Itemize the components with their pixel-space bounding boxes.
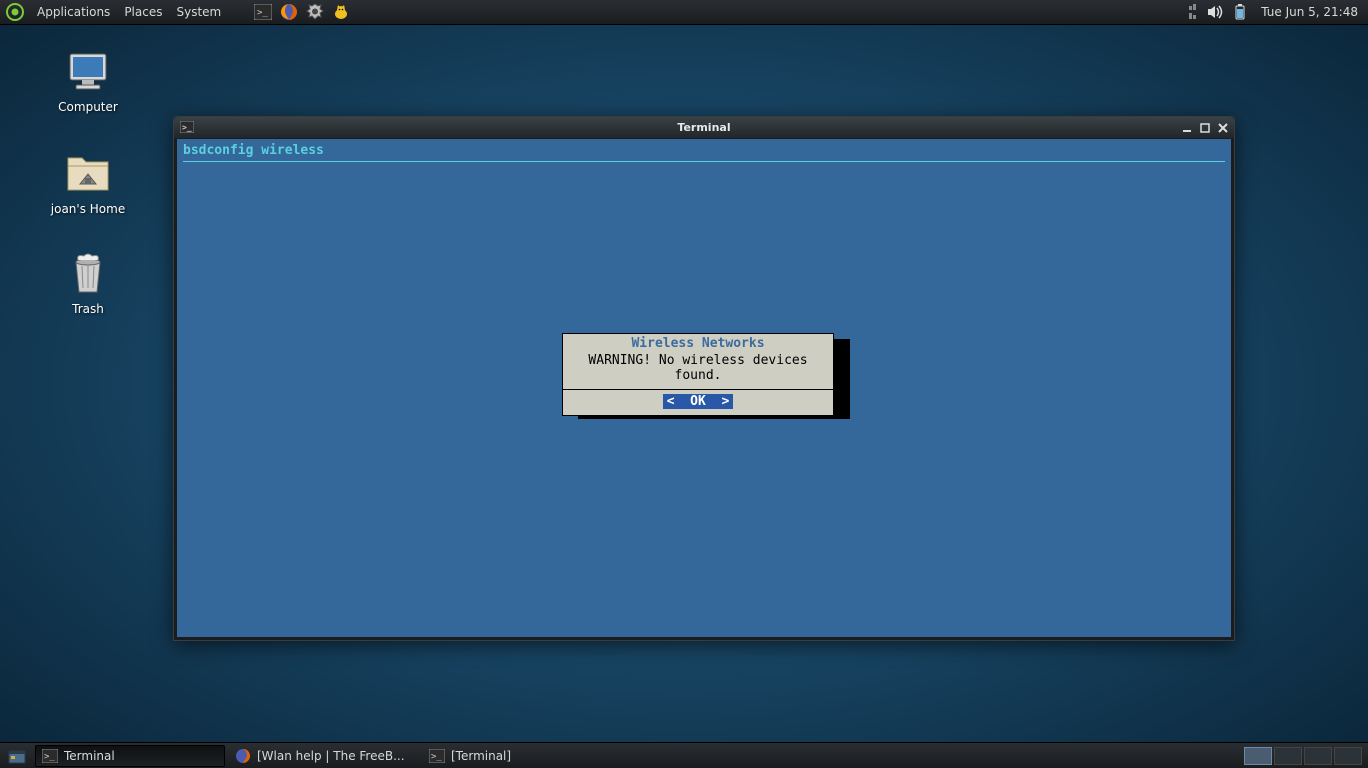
places-menu[interactable]: Places	[117, 5, 169, 19]
svg-text:>_: >_	[44, 752, 55, 762]
workspace-2[interactable]	[1274, 747, 1302, 765]
maximize-button[interactable]	[1198, 121, 1212, 135]
launcher-firefox-icon[interactable]	[280, 3, 298, 21]
dialog-title: Wireless Networks	[563, 334, 833, 351]
notification-icon[interactable]	[1189, 4, 1199, 20]
workspace-1[interactable]	[1244, 747, 1272, 765]
launcher-terminal-icon[interactable]: >_	[254, 4, 272, 20]
window-titlebar[interactable]: >_ Terminal	[174, 117, 1234, 138]
terminal-body[interactable]: bsdconfig wireless Wireless Networks WAR…	[177, 139, 1231, 637]
desktop-icon-label: Computer	[33, 100, 143, 114]
launcher-settings-icon[interactable]	[306, 3, 324, 21]
terminal-icon: >_	[180, 121, 194, 135]
taskbar-item-firefox[interactable]: [Wlan help | The FreeB...	[229, 745, 419, 767]
close-button[interactable]	[1216, 121, 1230, 135]
svg-text:>_: >_	[182, 123, 192, 132]
desktop-icon-label: joan's Home	[33, 202, 143, 216]
taskbar-item-label: [Terminal]	[451, 749, 511, 763]
system-menu[interactable]: System	[169, 5, 228, 19]
taskbar-item-label: [Wlan help | The FreeB...	[257, 749, 405, 763]
terminal-icon: >_	[429, 748, 445, 764]
taskbar-item-label: Terminal	[64, 749, 115, 763]
desktop-icon-label: Trash	[33, 302, 143, 316]
wireless-dialog: Wireless Networks WARNING! No wireless d…	[562, 333, 834, 416]
firefox-icon	[235, 748, 251, 764]
workspace-4[interactable]	[1334, 747, 1362, 765]
terminal-prompt-line: bsdconfig wireless	[183, 143, 1225, 158]
launcher-cat-icon[interactable]	[332, 3, 350, 21]
svg-text:>_: >_	[257, 8, 268, 18]
show-desktop-button[interactable]	[3, 745, 31, 767]
applications-menu[interactable]: Applications	[30, 5, 117, 19]
folder-home-icon	[64, 150, 112, 198]
workspace-3[interactable]	[1304, 747, 1332, 765]
clock[interactable]: Tue Jun 5, 21:48	[1255, 5, 1364, 19]
bottom-panel: >_ Terminal [Wlan help | The FreeB... >_…	[0, 742, 1368, 768]
workspace-pager	[1244, 747, 1362, 765]
ok-button[interactable]: < OK >	[663, 394, 734, 409]
mate-logo-icon[interactable]	[6, 3, 24, 21]
desktop-icon-computer[interactable]: Computer	[33, 48, 143, 114]
svg-text:>_: >_	[431, 752, 442, 762]
taskbar-item-terminal-2[interactable]: >_ [Terminal]	[423, 745, 613, 767]
window-title: Terminal	[677, 121, 730, 134]
terminal-window: >_ Terminal bsdconfig wireless Wireless …	[173, 116, 1235, 641]
desktop-icon-home[interactable]: joan's Home	[33, 150, 143, 216]
dialog-message: WARNING! No wireless devices found.	[563, 351, 833, 389]
battery-icon[interactable]	[1233, 4, 1247, 20]
ok-button-label: OK	[690, 394, 706, 409]
top-panel: Applications Places System >_ Tue Jun 5,…	[0, 0, 1368, 25]
minimize-button[interactable]	[1180, 121, 1194, 135]
terminal-icon: >_	[42, 748, 58, 764]
computer-icon	[64, 48, 112, 96]
desktop-icon-trash[interactable]: Trash	[33, 250, 143, 316]
terminal-divider	[183, 161, 1225, 162]
taskbar-item-terminal[interactable]: >_ Terminal	[35, 745, 225, 767]
dialog-button-row: < OK >	[563, 389, 833, 415]
volume-icon[interactable]	[1207, 5, 1225, 19]
trash-icon	[64, 250, 112, 298]
